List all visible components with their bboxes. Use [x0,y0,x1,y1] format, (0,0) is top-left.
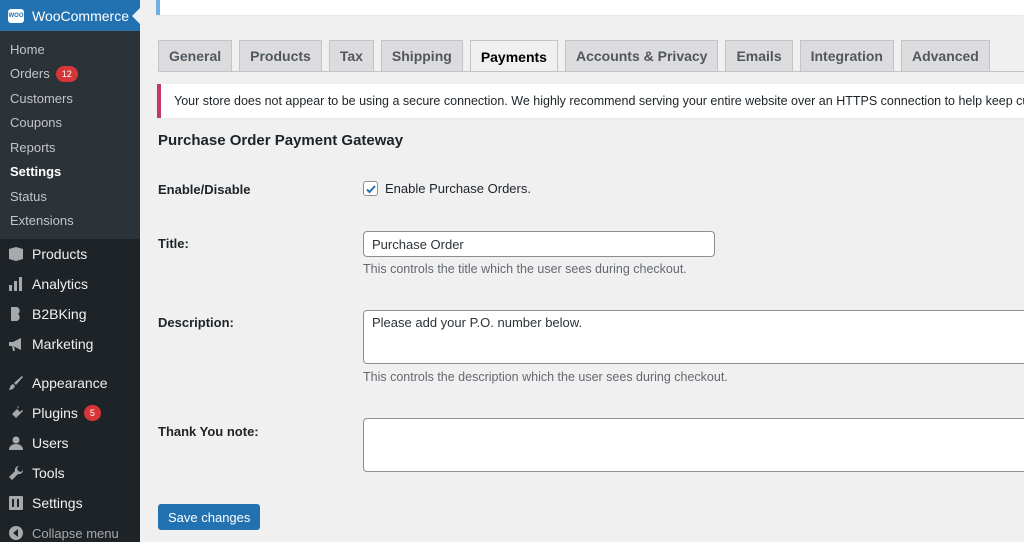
collapse-arrow-icon [8,525,24,541]
enable-disable-label: Enable/Disable [158,182,251,197]
submenu-settings-label: Settings [10,164,62,180]
submenu-reports[interactable]: Reports [0,135,140,160]
title-input[interactable]: Purchase Order [363,231,715,257]
page-title: Purchase Order Payment Gateway [158,132,404,149]
plugin-icon [8,405,24,421]
settings-icon [8,495,24,511]
main-content: General Products Tax Shipping Payments A… [140,0,1024,542]
menu-products-label: Products [32,246,88,262]
menu-plugins[interactable]: Plugins 5 [0,398,140,428]
menu-marketing[interactable]: Marketing [0,329,140,359]
menu-users[interactable]: Users [0,428,140,458]
menu-analytics[interactable]: Analytics [0,269,140,299]
description-textarea[interactable]: Please add your P.O. number below. [363,310,1024,364]
thank-you-note-label: Thank You note: [158,424,259,439]
submenu-home-label: Home [10,41,45,57]
thank-you-note-textarea[interactable] [363,418,1024,472]
title-description: This controls the title which the user s… [363,262,687,276]
menu-products[interactable]: Products [0,239,140,269]
enable-purchase-orders-label: Enable Purchase Orders. [385,181,531,196]
collapse-menu-button[interactable]: Collapse menu [0,518,140,542]
submenu-status-label: Status [10,188,47,204]
checkmark-icon [365,184,376,193]
settings-tabs: General Products Tax Shipping Payments A… [158,40,997,72]
woocommerce-logo-icon: WOO [8,8,24,23]
paintbrush-icon [8,375,24,391]
tab-shipping[interactable]: Shipping [380,40,463,71]
megaphone-icon [8,336,24,352]
submenu-customers[interactable]: Customers [0,86,140,111]
menu-tools-label: Tools [32,465,65,481]
submenu-customers-label: Customers [10,90,73,106]
menu-users-label: Users [32,435,69,451]
tab-tax[interactable]: Tax [328,40,374,71]
submenu-extensions-label: Extensions [10,213,74,229]
submenu-extensions[interactable]: Extensions [0,209,140,234]
users-icon [8,435,24,451]
submenu-settings[interactable]: Settings [0,160,140,185]
menu-appearance-label: Appearance [32,375,108,391]
tab-payments[interactable]: Payments [469,40,558,72]
menu-tools[interactable]: Tools [0,458,140,488]
https-warning-text: Your store does not appear to be using a… [174,94,1024,108]
tab-accounts-privacy[interactable]: Accounts & Privacy [564,40,719,71]
tab-emails[interactable]: Emails [725,40,793,71]
orders-count-badge: 12 [55,65,78,82]
menu-settings-label: Settings [32,495,83,511]
woocommerce-submenu: Home Orders 12 Customers Coupons Reports … [0,31,140,239]
archive-icon [8,246,24,262]
tab-products[interactable]: Products [239,40,322,71]
wrench-icon [8,465,24,481]
menu-b2bking-label: B2BKing [32,306,87,322]
b2bking-icon [8,306,24,322]
tabs-divider [158,71,1024,72]
submenu-reports-label: Reports [10,139,56,155]
submenu-coupons[interactable]: Coupons [0,111,140,136]
save-changes-button[interactable]: Save changes [158,504,261,530]
menu-marketing-label: Marketing [32,336,94,352]
submenu-orders-label: Orders [10,66,50,82]
menu-settings[interactable]: Settings [0,488,140,518]
description-help-text: This controls the description which the … [363,370,728,384]
collapse-menu-label: Collapse menu [32,525,119,541]
tab-advanced[interactable]: Advanced [900,40,990,71]
plugins-count-badge: 5 [83,405,101,421]
description-label: Description: [158,315,234,330]
bar-chart-icon [8,276,24,292]
enable-purchase-orders-option[interactable]: Enable Purchase Orders. [363,181,531,196]
submenu-orders[interactable]: Orders 12 [0,62,140,87]
top-notice-box [156,0,1024,15]
admin-sidebar: WOO WooCommerce Home Orders 12 Customers … [0,0,140,542]
title-label: Title: [158,236,189,251]
tab-integration[interactable]: Integration [799,40,894,71]
tab-general[interactable]: General [158,40,233,71]
submenu-coupons-label: Coupons [10,115,63,131]
submenu-status[interactable]: Status [0,184,140,209]
menu-woocommerce[interactable]: WOO WooCommerce [0,0,140,31]
menu-analytics-label: Analytics [32,276,89,292]
menu-woocommerce-label: WooCommerce [32,7,129,24]
https-warning-notice: Your store does not appear to be using a… [157,84,1024,118]
menu-appearance[interactable]: Appearance [0,368,140,398]
menu-b2bking[interactable]: B2BKing [0,299,140,329]
enable-purchase-orders-checkbox[interactable] [363,181,378,196]
submenu-home[interactable]: Home [0,37,140,62]
menu-plugins-label: Plugins [32,405,78,421]
